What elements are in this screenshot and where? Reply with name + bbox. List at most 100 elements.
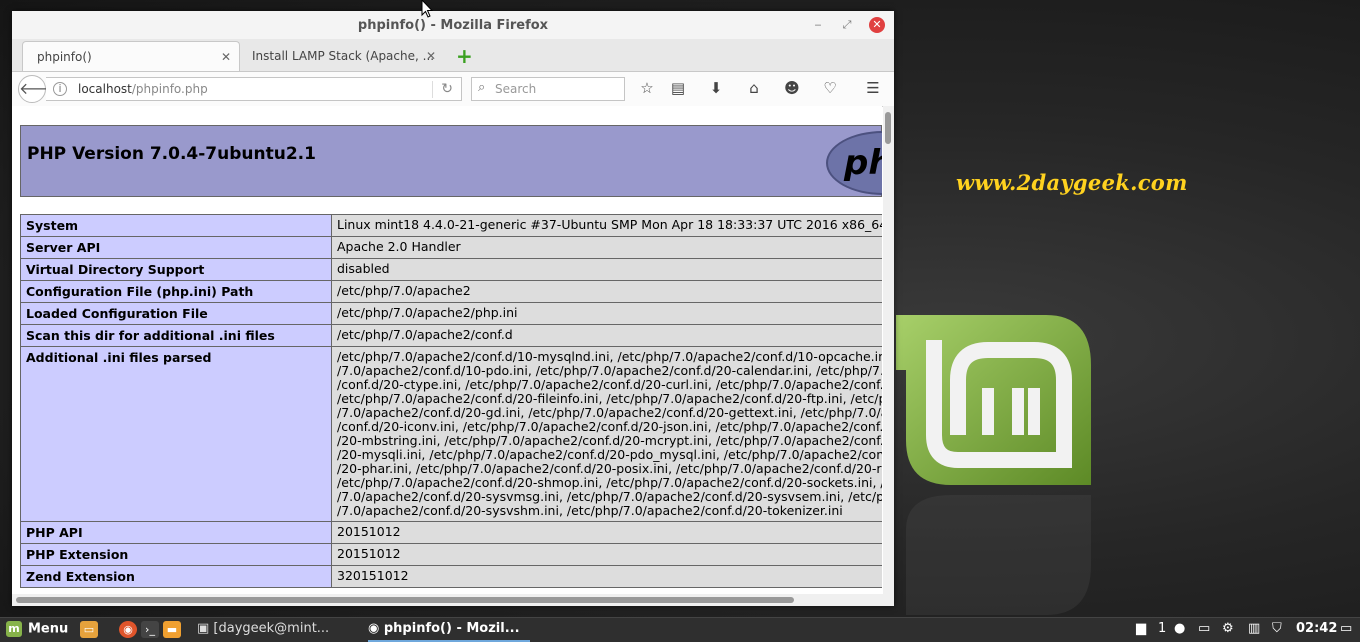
- settings-icon[interactable]: ⚙: [1222, 621, 1234, 636]
- hamburger-menu-icon[interactable]: ☰: [863, 78, 883, 98]
- tab-close-icon[interactable]: ✕: [426, 49, 436, 63]
- url-text[interactable]: localhost/phpinfo.php: [78, 82, 208, 96]
- row-key: Configuration File (php.ini) Path: [20, 280, 332, 303]
- url-bar[interactable]: i localhost/phpinfo.php ↻: [46, 77, 462, 101]
- window-title: phpinfo() - Mozilla Firefox: [357, 18, 549, 33]
- row-value: /etc/php/7.0/apache2: [331, 280, 882, 303]
- row-key: Virtual Directory Support: [20, 258, 332, 281]
- table-row: Zend Extension 320151012: [20, 565, 882, 588]
- value-line: /etc/php/7.0/apache2/conf.d/20-shmop.ini…: [337, 475, 882, 490]
- screen-icon[interactable]: ▭: [1340, 621, 1352, 636]
- table-row: System Linux mint18 4.4.0-21-generic #37-…: [20, 214, 882, 237]
- table-row: Loaded Configuration File/etc/php/7.0/ap…: [20, 302, 882, 325]
- tab-bar: phpinfo() ✕ Install LAMP Stack (Apache, …: [12, 39, 894, 72]
- phpinfo-table: System Linux mint18 4.4.0-21-generic #37-…: [20, 214, 882, 588]
- row-value: Apache 2.0 Handler: [331, 236, 882, 259]
- terminal-icon: ▣: [197, 621, 214, 636]
- row-key: PHP API: [20, 521, 332, 544]
- row-key: System: [20, 214, 332, 237]
- row-value: 20151012: [331, 521, 882, 544]
- value-line: 320151012: [337, 568, 409, 583]
- clipboard-icon[interactable]: ▥: [1248, 621, 1260, 636]
- row-key: Zend Extension: [20, 565, 332, 588]
- table-row: Additional .ini files parsed/etc/php/7.0…: [20, 346, 882, 522]
- url-host: localhost: [78, 82, 132, 96]
- tab-install-lamp[interactable]: Install LAMP Stack (Apache, ... ✕: [240, 41, 444, 71]
- files-launcher-icon[interactable]: ▬: [163, 621, 181, 638]
- value-line: /etc/php/7.0/apache2/conf.d/20-fileinfo.…: [337, 391, 882, 406]
- row-value: 320151012: [331, 565, 882, 588]
- php-logo-text: php: [844, 143, 882, 183]
- value-line: /20-mysqli.ini, /etc/php/7.0/apache2/con…: [337, 447, 882, 462]
- value-line: disabled: [337, 261, 390, 276]
- back-button[interactable]: 🡐: [18, 75, 62, 103]
- firefox-launcher-icon[interactable]: ◉: [119, 621, 137, 638]
- table-row: Server API Apache 2.0 Handler: [20, 236, 882, 259]
- search-input[interactable]: ⌕ Search: [471, 77, 625, 101]
- task-terminal[interactable]: ▣ [daygeek@mint...: [197, 618, 329, 642]
- reload-icon[interactable]: ↻: [441, 81, 453, 97]
- user-icon[interactable]: ●: [1174, 621, 1185, 636]
- show-desktop-icon[interactable]: ▭: [80, 621, 98, 638]
- tab-label: Install LAMP Stack (Apache, ...: [252, 49, 435, 63]
- workspace-number[interactable]: 1: [1158, 621, 1166, 636]
- mint-menu-icon: m: [6, 621, 22, 637]
- download-icon[interactable]: ⬇: [706, 78, 726, 98]
- bookmark-star-icon[interactable]: ☆: [637, 78, 657, 98]
- page-title: PHP Version 7.0.4-7ubuntu2.1: [27, 144, 316, 164]
- value-line: /7.0/apache2/conf.d/20-sysvmsg.ini, /etc…: [337, 489, 882, 504]
- value-line: /etc/php/7.0/apache2/conf.d/10-mysqlnd.i…: [337, 349, 882, 364]
- notifications-icon[interactable]: ▆: [1136, 621, 1146, 636]
- table-row: Virtual Directory Support disabled: [20, 258, 882, 281]
- network-icon[interactable]: ▭: [1198, 621, 1210, 636]
- value-line: 20151012: [337, 524, 401, 539]
- maximize-button[interactable]: ⤢: [839, 17, 855, 33]
- task-label: [daygeek@mint...: [213, 621, 330, 636]
- mouse-cursor-icon: [421, 0, 433, 18]
- row-value: disabled: [331, 258, 882, 281]
- task-firefox[interactable]: ◉ phpinfo() - Mozil...: [368, 618, 530, 642]
- clock[interactable]: 02:42: [1296, 621, 1337, 636]
- row-value: /etc/php/7.0/apache2/php.ini: [331, 302, 882, 325]
- value-line: /7.0/apache2/conf.d/20-gd.ini, /etc/php/…: [337, 405, 882, 420]
- row-value: /etc/php/7.0/apache2/conf.d: [331, 324, 882, 347]
- home-icon[interactable]: ⌂: [744, 78, 764, 98]
- row-key: PHP Extension: [20, 543, 332, 566]
- page-content: PHP Version 7.0.4-7ubuntu2.1 php System L…: [12, 106, 882, 594]
- vertical-scrollbar[interactable]: [883, 106, 894, 594]
- window-titlebar[interactable]: phpinfo() - Mozilla Firefox ‒ ⤢ ✕: [12, 11, 894, 39]
- firefox-icon: ◉: [368, 621, 384, 636]
- value-line: /7.0/apache2/conf.d/20-sysvshm.ini, /etc…: [337, 503, 843, 518]
- terminal-launcher-icon[interactable]: ›_: [141, 621, 159, 638]
- search-placeholder: Search: [495, 82, 537, 96]
- close-window-button[interactable]: ✕: [869, 17, 885, 33]
- chat-icon[interactable]: ☻: [782, 78, 802, 98]
- value-line: /etc/php/7.0/apache2: [337, 283, 471, 298]
- value-line: /20-phar.ini, /etc/php/7.0/apache2/conf.…: [337, 461, 882, 476]
- row-value: /etc/php/7.0/apache2/conf.d/10-mysqlnd.i…: [331, 346, 882, 522]
- vertical-scroll-thumb[interactable]: [885, 112, 891, 144]
- task-label: phpinfo() - Mozil...: [383, 621, 520, 636]
- minimize-button[interactable]: ‒: [810, 17, 826, 33]
- pocket-icon[interactable]: ♡: [820, 78, 840, 98]
- shield-icon[interactable]: ⛉: [1272, 621, 1282, 636]
- url-divider: [432, 81, 433, 98]
- menu-button[interactable]: m Menu: [6, 621, 68, 637]
- value-line: /7.0/apache2/conf.d/10-pdo.ini, /etc/php…: [337, 363, 882, 378]
- row-key: Additional .ini files parsed: [20, 346, 332, 522]
- info-icon[interactable]: i: [53, 82, 67, 96]
- php-version-header: PHP Version 7.0.4-7ubuntu2.1 php: [20, 125, 882, 197]
- horizontal-scrollbar[interactable]: [12, 594, 894, 606]
- horizontal-scroll-thumb[interactable]: [16, 597, 794, 603]
- tab-close-icon[interactable]: ✕: [221, 50, 231, 64]
- navigation-toolbar: 🡐 i localhost/phpinfo.php ↻ ⌕ Search ☆ ▤…: [12, 72, 894, 107]
- reading-list-icon[interactable]: ▤: [668, 78, 688, 98]
- value-line: /etc/php/7.0/apache2/conf.d: [337, 327, 513, 342]
- url-path: /phpinfo.php: [131, 82, 208, 96]
- tab-phpinfo[interactable]: phpinfo() ✕: [22, 41, 240, 71]
- menu-label: Menu: [28, 621, 69, 637]
- row-value: Linux mint18 4.4.0-21-generic #37-Ubuntu…: [331, 214, 882, 237]
- table-row: PHP API 20151012: [20, 521, 882, 544]
- value-line: Linux mint18 4.4.0-21-generic #37-Ubuntu…: [337, 217, 882, 232]
- new-tab-button[interactable]: +: [456, 44, 473, 68]
